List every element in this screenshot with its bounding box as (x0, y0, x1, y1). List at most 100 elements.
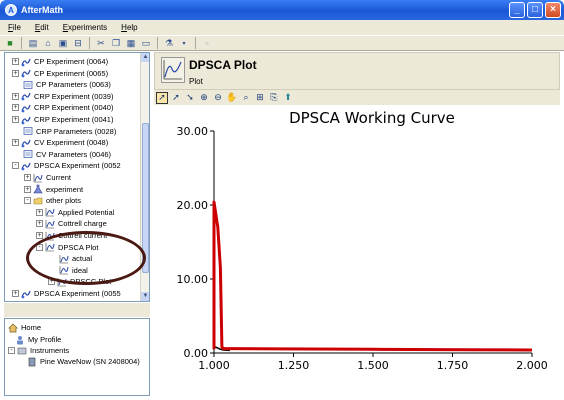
collapse-icon[interactable]: - (24, 197, 31, 205)
x-tick-label: 1.500 (357, 359, 389, 372)
tree-item[interactable]: + DPSCC Plot (48, 276, 111, 287)
scroll-up-arrow[interactable]: ▲ (141, 53, 149, 62)
delete-icon[interactable]: ▭ (140, 37, 152, 49)
tree-item-label: CP Experiment (0064) (34, 57, 109, 66)
tree-item-label: actual (72, 254, 93, 264)
tree-item-label: CRP Experiment (0039) (34, 91, 114, 101)
collapse-icon[interactable]: - (12, 162, 19, 170)
expand-icon[interactable]: + (36, 232, 43, 239)
zoom-fit-icon[interactable]: ⊞ (254, 92, 266, 104)
minimize-button[interactable]: _ (509, 2, 525, 18)
tree-item[interactable]: + DPSCA Experiment (0055 (12, 288, 121, 299)
tree-item[interactable]: + CRP Experiment (0040) (12, 102, 113, 113)
tree-item[interactable]: + Current (24, 172, 71, 183)
tree-item-label: DPSCA Plot (58, 242, 99, 252)
expand-icon[interactable]: + (36, 208, 43, 216)
toolbar-separator (89, 37, 90, 49)
home-icon (8, 323, 18, 333)
pointer-icon[interactable]: ➚ (170, 92, 182, 104)
tree-item[interactable]: + Cottrell charge (36, 218, 107, 229)
nav-home[interactable]: Home (8, 322, 41, 333)
new-icon[interactable]: ■ (4, 37, 16, 49)
menu-file[interactable]: File (8, 23, 21, 32)
cut-icon[interactable]: ✂ (95, 37, 107, 49)
nav-my-profile[interactable]: My Profile (15, 334, 61, 345)
zoom-out-icon[interactable]: ⊖ (212, 92, 224, 104)
expand-icon[interactable]: + (12, 58, 19, 65)
expand-icon[interactable]: + (48, 278, 55, 286)
tree-item-label: CV Experiment (0048) (34, 138, 109, 148)
panel-divider[interactable] (4, 303, 150, 317)
toolbar-separator (21, 37, 22, 49)
pointer-alt-icon[interactable]: ➘ (184, 92, 196, 104)
scroll-down-arrow[interactable]: ▼ (141, 292, 149, 301)
tree-item-label: Current (46, 173, 72, 182)
tree-item[interactable]: - other plots (24, 195, 81, 206)
folder-icon (33, 196, 43, 206)
tree-item[interactable]: + Cottrell current (36, 230, 107, 241)
plot-icon (33, 173, 43, 183)
menu-edit[interactable]: Edit (35, 23, 49, 32)
paste-icon[interactable]: ▦ (125, 37, 137, 49)
nav-instrument-wavenow[interactable]: Pine WaveNow (SN 2408004) (27, 356, 140, 367)
menu-experiments[interactable]: Experiments (63, 23, 107, 32)
tree-item[interactable]: + experiment (24, 184, 83, 195)
tree-item[interactable]: - DPSCA Experiment (0052 (12, 160, 121, 171)
expand-icon[interactable]: + (12, 69, 19, 77)
zoom-in-icon[interactable]: ⊕ (198, 92, 210, 104)
tree-item[interactable]: ideal (59, 265, 88, 276)
tree-item[interactable]: + CP Experiment (0065) (12, 68, 108, 79)
zoom-window-icon[interactable]: ⌕ (240, 92, 252, 104)
tree-item[interactable]: CP Parameters (0063) (23, 79, 111, 90)
tree-item[interactable]: CV Parameters (0046) (23, 149, 111, 160)
plot-header: DPSCA Plot Plot (154, 52, 560, 90)
expand-icon[interactable]: + (12, 139, 19, 147)
scroll-thumb[interactable] (142, 123, 149, 273)
x-tick-label: 1.750 (437, 359, 469, 372)
nav-instruments[interactable]: - Instruments (8, 345, 69, 356)
plot-area[interactable]: DPSCA Working Curve 0.00 10.00 20.00 30.00 1… (154, 106, 560, 396)
plot-icon (45, 242, 55, 252)
experiment-icon (21, 91, 31, 101)
experiment-icon (21, 68, 31, 78)
import-icon[interactable]: ⌂ (42, 37, 54, 49)
tree-item[interactable]: + CV Experiment (0048) (12, 137, 108, 148)
dropdown-arrow-icon[interactable]: ▾ (178, 37, 190, 49)
tree-item[interactable]: + CRP Experiment (0041) (12, 114, 113, 125)
expand-icon[interactable]: + (12, 290, 19, 297)
tree-item[interactable]: CRP Parameters (0028) (23, 126, 116, 137)
maximize-button[interactable]: □ (527, 2, 543, 18)
tree-scrollbar[interactable]: ▲ ▼ (140, 53, 149, 301)
expand-icon[interactable]: + (12, 116, 19, 123)
collapse-icon[interactable]: - (8, 347, 15, 354)
stop-icon[interactable]: ▫ (201, 37, 213, 49)
tree-item[interactable]: + Applied Potential (36, 207, 114, 218)
copy-icon[interactable]: ❐ (110, 37, 122, 49)
tree-item[interactable]: + CRP Experiment (0039) (12, 91, 113, 102)
save-icon[interactable]: ▣ (57, 37, 69, 49)
collapse-icon[interactable]: - (36, 243, 43, 251)
move-up-icon[interactable]: ⬆ (282, 92, 294, 104)
chart-svg[interactable]: DPSCA Working Curve 0.0010.0020.0030.001… (154, 106, 560, 396)
plot-icon (45, 231, 55, 241)
tree-item[interactable]: actual (59, 253, 92, 264)
expand-icon[interactable]: + (12, 92, 19, 100)
tree-item-label: Cottrell current (58, 231, 108, 240)
experiment-menu-icon[interactable]: ⚗ (163, 37, 175, 49)
expand-icon[interactable]: + (12, 104, 19, 112)
parameters-icon (23, 126, 33, 136)
parameters-icon (23, 149, 33, 159)
expand-icon[interactable]: + (24, 185, 31, 193)
copy-plot-icon[interactable]: ⎘ (268, 92, 280, 104)
menu-help[interactable]: Help (121, 23, 137, 32)
tree-item[interactable]: + CP Experiment (0064) (12, 56, 108, 67)
select-pointer-icon[interactable]: ➚ (156, 91, 168, 104)
open-icon[interactable]: ▤ (27, 37, 39, 49)
close-button[interactable]: × (545, 2, 561, 18)
expand-icon[interactable]: + (24, 174, 31, 181)
print-icon[interactable]: ⊟ (72, 37, 84, 49)
pan-hand-icon[interactable]: ✋ (226, 92, 238, 104)
tree-item[interactable]: - DPSCA Plot (36, 242, 98, 253)
experiment-tree[interactable]: + CP Experiment (0064) + CP Experiment (006… (4, 52, 150, 302)
expand-icon[interactable]: + (36, 220, 43, 228)
